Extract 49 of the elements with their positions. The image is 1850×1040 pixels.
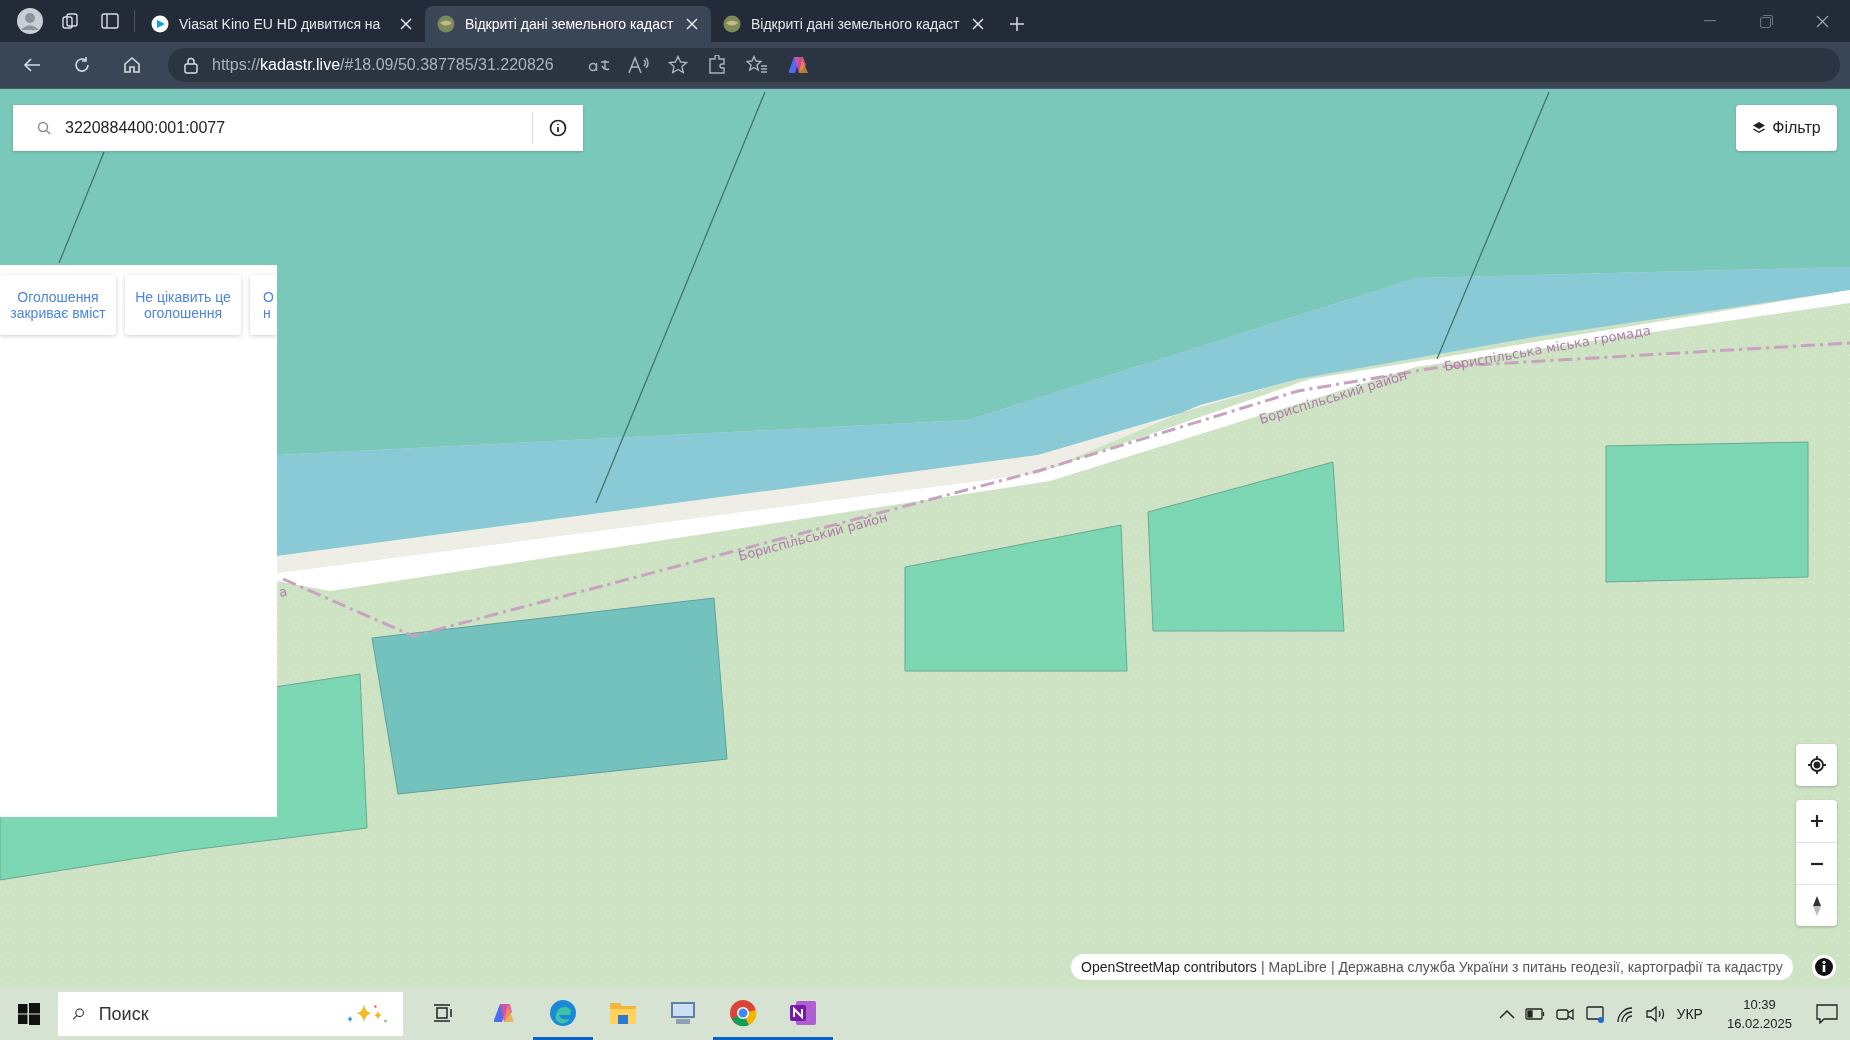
separator: | — [1260, 959, 1265, 975]
battery-icon[interactable] — [1524, 1008, 1545, 1020]
wifi-icon[interactable] — [1614, 1005, 1635, 1023]
favorites-icon[interactable] — [745, 55, 768, 75]
taskbar-search-field[interactable]: Поиск — [58, 992, 403, 1036]
search-input[interactable]: 3220884400:001:0077 — [65, 119, 532, 137]
attribution-link[interactable]: MapLibre — [1268, 959, 1327, 975]
layers-icon — [1752, 121, 1767, 135]
star-icon[interactable] — [667, 55, 688, 75]
display-icon[interactable] — [1584, 1004, 1605, 1024]
filter-button[interactable]: Фільтр — [1736, 105, 1837, 151]
edge-icon — [548, 997, 578, 1028]
crosshair-icon — [1806, 755, 1827, 775]
browser-tab[interactable]: Viasat Kino EU HD дивитися на — [139, 6, 425, 42]
separator: | — [1330, 959, 1335, 975]
chevron-up-icon[interactable] — [1498, 1009, 1515, 1019]
info-icon[interactable] — [1812, 955, 1836, 979]
ad-feedback-button[interactable]: О н — [250, 275, 277, 335]
ad-feedback-button[interactable]: Оголошення закриває вміст — [0, 275, 116, 335]
new-tab-plus-icon[interactable] — [1009, 16, 1025, 32]
play-icon — [151, 15, 169, 33]
read-aloud-icon[interactable] — [627, 56, 650, 74]
minus-icon — [1809, 861, 1824, 866]
plus-icon — [1809, 814, 1824, 828]
search-icon — [37, 121, 51, 135]
globe-icon — [723, 15, 741, 33]
translate-icon[interactable] — [587, 57, 610, 73]
browser-tab[interactable]: Відкриті дані земельного кадаст — [425, 6, 711, 42]
notification-icon[interactable] — [1816, 1004, 1838, 1024]
map-label: а — [277, 583, 289, 600]
close-icon[interactable] — [399, 17, 413, 31]
attribution-link[interactable]: Державна служба України з питань геодезії, картографії та кадастру — [1338, 959, 1783, 975]
search-field[interactable]: 3220884400:001:0077 — [13, 105, 583, 151]
globe-icon — [437, 15, 455, 33]
address-bar[interactable]: https://kadastr.live/#18.09/50.387785/31.220826 — [168, 48, 1840, 82]
browser-tab[interactable]: Відкриті дані земельного кадаст — [711, 6, 997, 42]
attribution-link[interactable]: OpenStreetMap contributors — [1081, 959, 1257, 975]
chrome-icon — [728, 997, 758, 1028]
taskbar-search-input[interactable]: Поиск — [96, 1002, 333, 1026]
clock[interactable]: 10:39 16.02.2025 — [1726, 997, 1792, 1031]
volume-icon[interactable] — [1644, 1005, 1667, 1023]
ad-feedback-button[interactable]: Не цікавить це оголошення — [125, 275, 241, 335]
close-icon[interactable] — [685, 17, 699, 31]
info-icon[interactable] — [549, 119, 567, 137]
language-indicator[interactable]: УКР — [1676, 1006, 1703, 1022]
lock-icon — [184, 56, 198, 74]
url-text: https://kadastr.live/#18.09/50.387785/31.220826 — [212, 56, 554, 74]
close-icon[interactable] — [971, 17, 985, 31]
compass-icon — [1811, 894, 1822, 917]
